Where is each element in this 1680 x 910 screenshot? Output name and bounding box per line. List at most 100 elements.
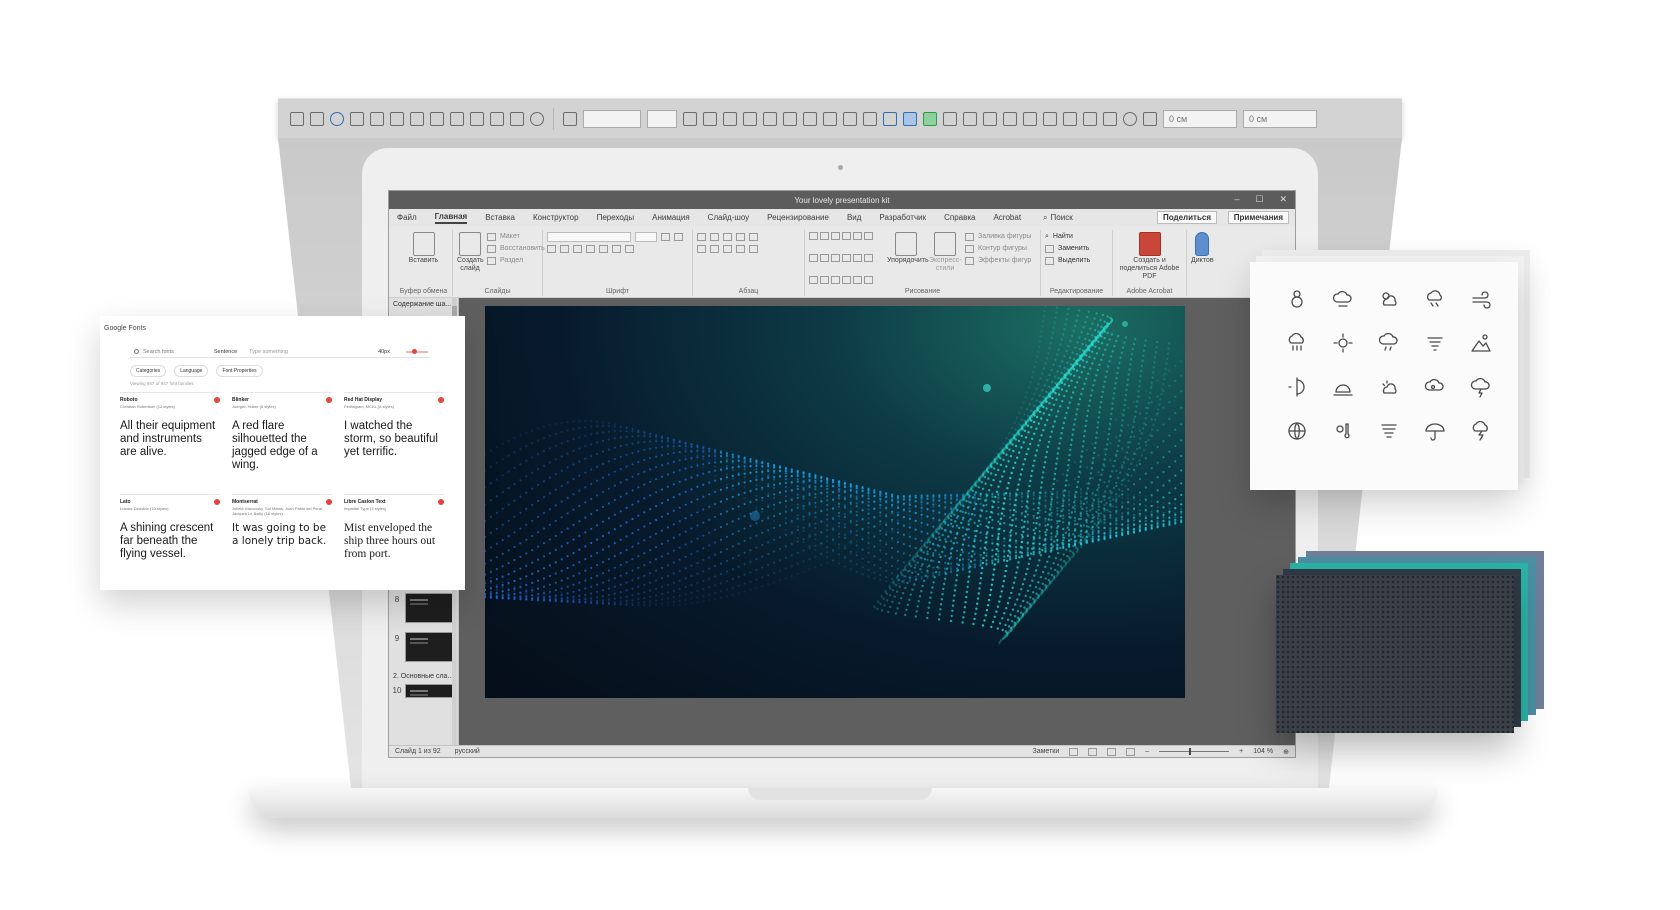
- section-header-1[interactable]: Содержание ша...: [389, 298, 455, 311]
- add-font-icon[interactable]: [326, 397, 332, 403]
- maximize-icon[interactable]: ☐: [1255, 194, 1263, 205]
- tab-insert[interactable]: Вставка: [485, 213, 515, 222]
- shadow-icon[interactable]: [1123, 111, 1137, 126]
- align-left-text-icon[interactable]: [697, 244, 706, 253]
- shape-effects-button[interactable]: Эффекты фигур: [965, 256, 1031, 265]
- align-top-icon[interactable]: [430, 111, 444, 126]
- indent-less-icon[interactable]: [723, 232, 732, 241]
- notes-button[interactable]: Заметки: [1032, 748, 1059, 755]
- shape-outline-button[interactable]: Контур фигуры: [965, 244, 1031, 253]
- paste-label[interactable]: Вставить: [399, 257, 448, 265]
- rows-icon[interactable]: [1063, 111, 1077, 126]
- indent-more-icon[interactable]: [736, 232, 745, 241]
- grow-font-icon[interactable]: [683, 111, 697, 126]
- columns-icon[interactable]: [1043, 111, 1057, 126]
- font-color-icon[interactable]: [723, 111, 737, 126]
- justify-icon[interactable]: [736, 244, 745, 253]
- close-icon[interactable]: ✕: [1279, 194, 1287, 205]
- replace-button[interactable]: Заменить: [1045, 244, 1108, 253]
- align-center-icon[interactable]: [450, 111, 464, 126]
- tab-help[interactable]: Справка: [944, 213, 975, 222]
- font-card[interactable]: Libre Caslon Text Impallari Type (3 styl…: [344, 494, 444, 584]
- create-pdf-label[interactable]: Создать и поделиться Adobe PDF: [1117, 257, 1182, 281]
- object-icon[interactable]: [1103, 111, 1117, 126]
- select-button[interactable]: Выделить: [1045, 256, 1108, 265]
- section-button[interactable]: Раздел: [487, 256, 545, 265]
- comments-button[interactable]: Примечания: [1227, 211, 1289, 224]
- fit-slide-icon[interactable]: ⊕: [1283, 748, 1289, 756]
- language-filter[interactable]: Language: [174, 365, 209, 377]
- shapes-gallery[interactable]: [809, 232, 883, 296]
- shrink-font-icon[interactable]: [703, 111, 717, 126]
- slideshow-view-icon[interactable]: [1126, 747, 1136, 756]
- zoom-slider[interactable]: [1159, 748, 1230, 755]
- current-slide[interactable]: [485, 306, 1185, 698]
- grid-icon[interactable]: [1003, 111, 1017, 126]
- microphone-icon[interactable]: [1195, 232, 1209, 256]
- add-font-icon[interactable]: [438, 499, 444, 505]
- tab-review[interactable]: Рецензирование: [767, 213, 829, 222]
- shape-fill-button[interactable]: Заливка фигуры: [965, 232, 1031, 241]
- width-spinner[interactable]: 0 см: [1163, 109, 1237, 128]
- tab-file[interactable]: Файл: [397, 213, 417, 222]
- distribute-icon[interactable]: [510, 111, 524, 126]
- new-slide-icon[interactable]: [459, 232, 481, 256]
- bold-icon[interactable]: [547, 244, 556, 253]
- slide-thumbnail[interactable]: [405, 593, 455, 623]
- section-header-2[interactable]: 2. Основные сла...: [389, 670, 457, 683]
- font-size-select[interactable]: 40px: [378, 349, 390, 355]
- thumbnail-row[interactable]: 9: [389, 632, 455, 662]
- points-icon[interactable]: [330, 111, 344, 126]
- thumbnail-row[interactable]: 10: [389, 684, 455, 698]
- layout-active-icon[interactable]: [903, 111, 917, 126]
- minimize-icon[interactable]: –: [1234, 194, 1239, 205]
- crop-icon[interactable]: [943, 111, 957, 126]
- shrink-font-icon[interactable]: [674, 232, 683, 241]
- text-box-icon[interactable]: [350, 111, 364, 126]
- sorter-view-icon[interactable]: [1088, 747, 1098, 756]
- tab-slideshow[interactable]: Слайд-шоу: [708, 213, 749, 222]
- fill-color-icon[interactable]: [763, 111, 777, 126]
- align-right-text-icon[interactable]: [723, 244, 732, 253]
- star-icon[interactable]: [390, 111, 404, 126]
- font-card[interactable]: Roboto Christian Robertson (12 styles) A…: [120, 392, 220, 482]
- add-font-icon[interactable]: [214, 499, 220, 505]
- dictate-label[interactable]: Диктов: [1191, 257, 1214, 265]
- tab-acrobat[interactable]: Acrobat: [993, 213, 1021, 222]
- font-card[interactable]: Lato Łukasz Dziedzic (10 styles) A shini…: [120, 494, 220, 584]
- rotate-icon[interactable]: [530, 111, 544, 126]
- normal-view-icon[interactable]: [1069, 747, 1079, 756]
- align-bottom-icon[interactable]: [490, 111, 504, 126]
- font-name-select[interactable]: [583, 109, 641, 128]
- font-card[interactable]: Blinker Juergen Huber (8 styles) A red f…: [232, 392, 332, 482]
- tab-developer[interactable]: Разработчик: [879, 213, 926, 222]
- numbering-icon[interactable]: [710, 232, 719, 241]
- connector-icon[interactable]: [310, 111, 324, 126]
- frame-icon[interactable]: [983, 111, 997, 126]
- tab-transitions[interactable]: Переходы: [597, 213, 635, 222]
- columns-text-icon[interactable]: [749, 244, 758, 253]
- pen-icon[interactable]: [843, 111, 857, 126]
- tab-view[interactable]: Вид: [847, 213, 861, 222]
- thumbnail-row[interactable]: 8: [389, 593, 455, 623]
- google-fonts-logo[interactable]: Google Fonts: [104, 325, 146, 332]
- font-color-icon[interactable]: [625, 244, 634, 253]
- tab-home[interactable]: Главная: [434, 212, 468, 224]
- search-fonts-input[interactable]: Search fonts: [143, 349, 174, 355]
- align-center-text-icon[interactable]: [710, 244, 719, 253]
- categories-filter[interactable]: Categories: [130, 365, 167, 377]
- line-style-icon[interactable]: [803, 111, 817, 126]
- text-color-icon[interactable]: [1083, 111, 1097, 126]
- list-icon[interactable]: [823, 111, 837, 126]
- add-font-icon[interactable]: [438, 397, 444, 403]
- reading-view-icon[interactable]: [1107, 747, 1117, 756]
- font-size-field[interactable]: [635, 231, 657, 242]
- font-card[interactable]: Montserrat Julieta Ulanovsky, Sol Matas,…: [232, 494, 332, 584]
- size-icon[interactable]: [1143, 111, 1157, 126]
- eraser-icon[interactable]: [863, 111, 877, 126]
- arrange-icon[interactable]: [895, 232, 917, 256]
- new-slide-label[interactable]: Создать слайд: [457, 257, 484, 273]
- paste-icon[interactable]: [412, 232, 435, 256]
- tab-design[interactable]: Конструктор: [533, 213, 579, 222]
- add-font-icon[interactable]: [326, 499, 332, 505]
